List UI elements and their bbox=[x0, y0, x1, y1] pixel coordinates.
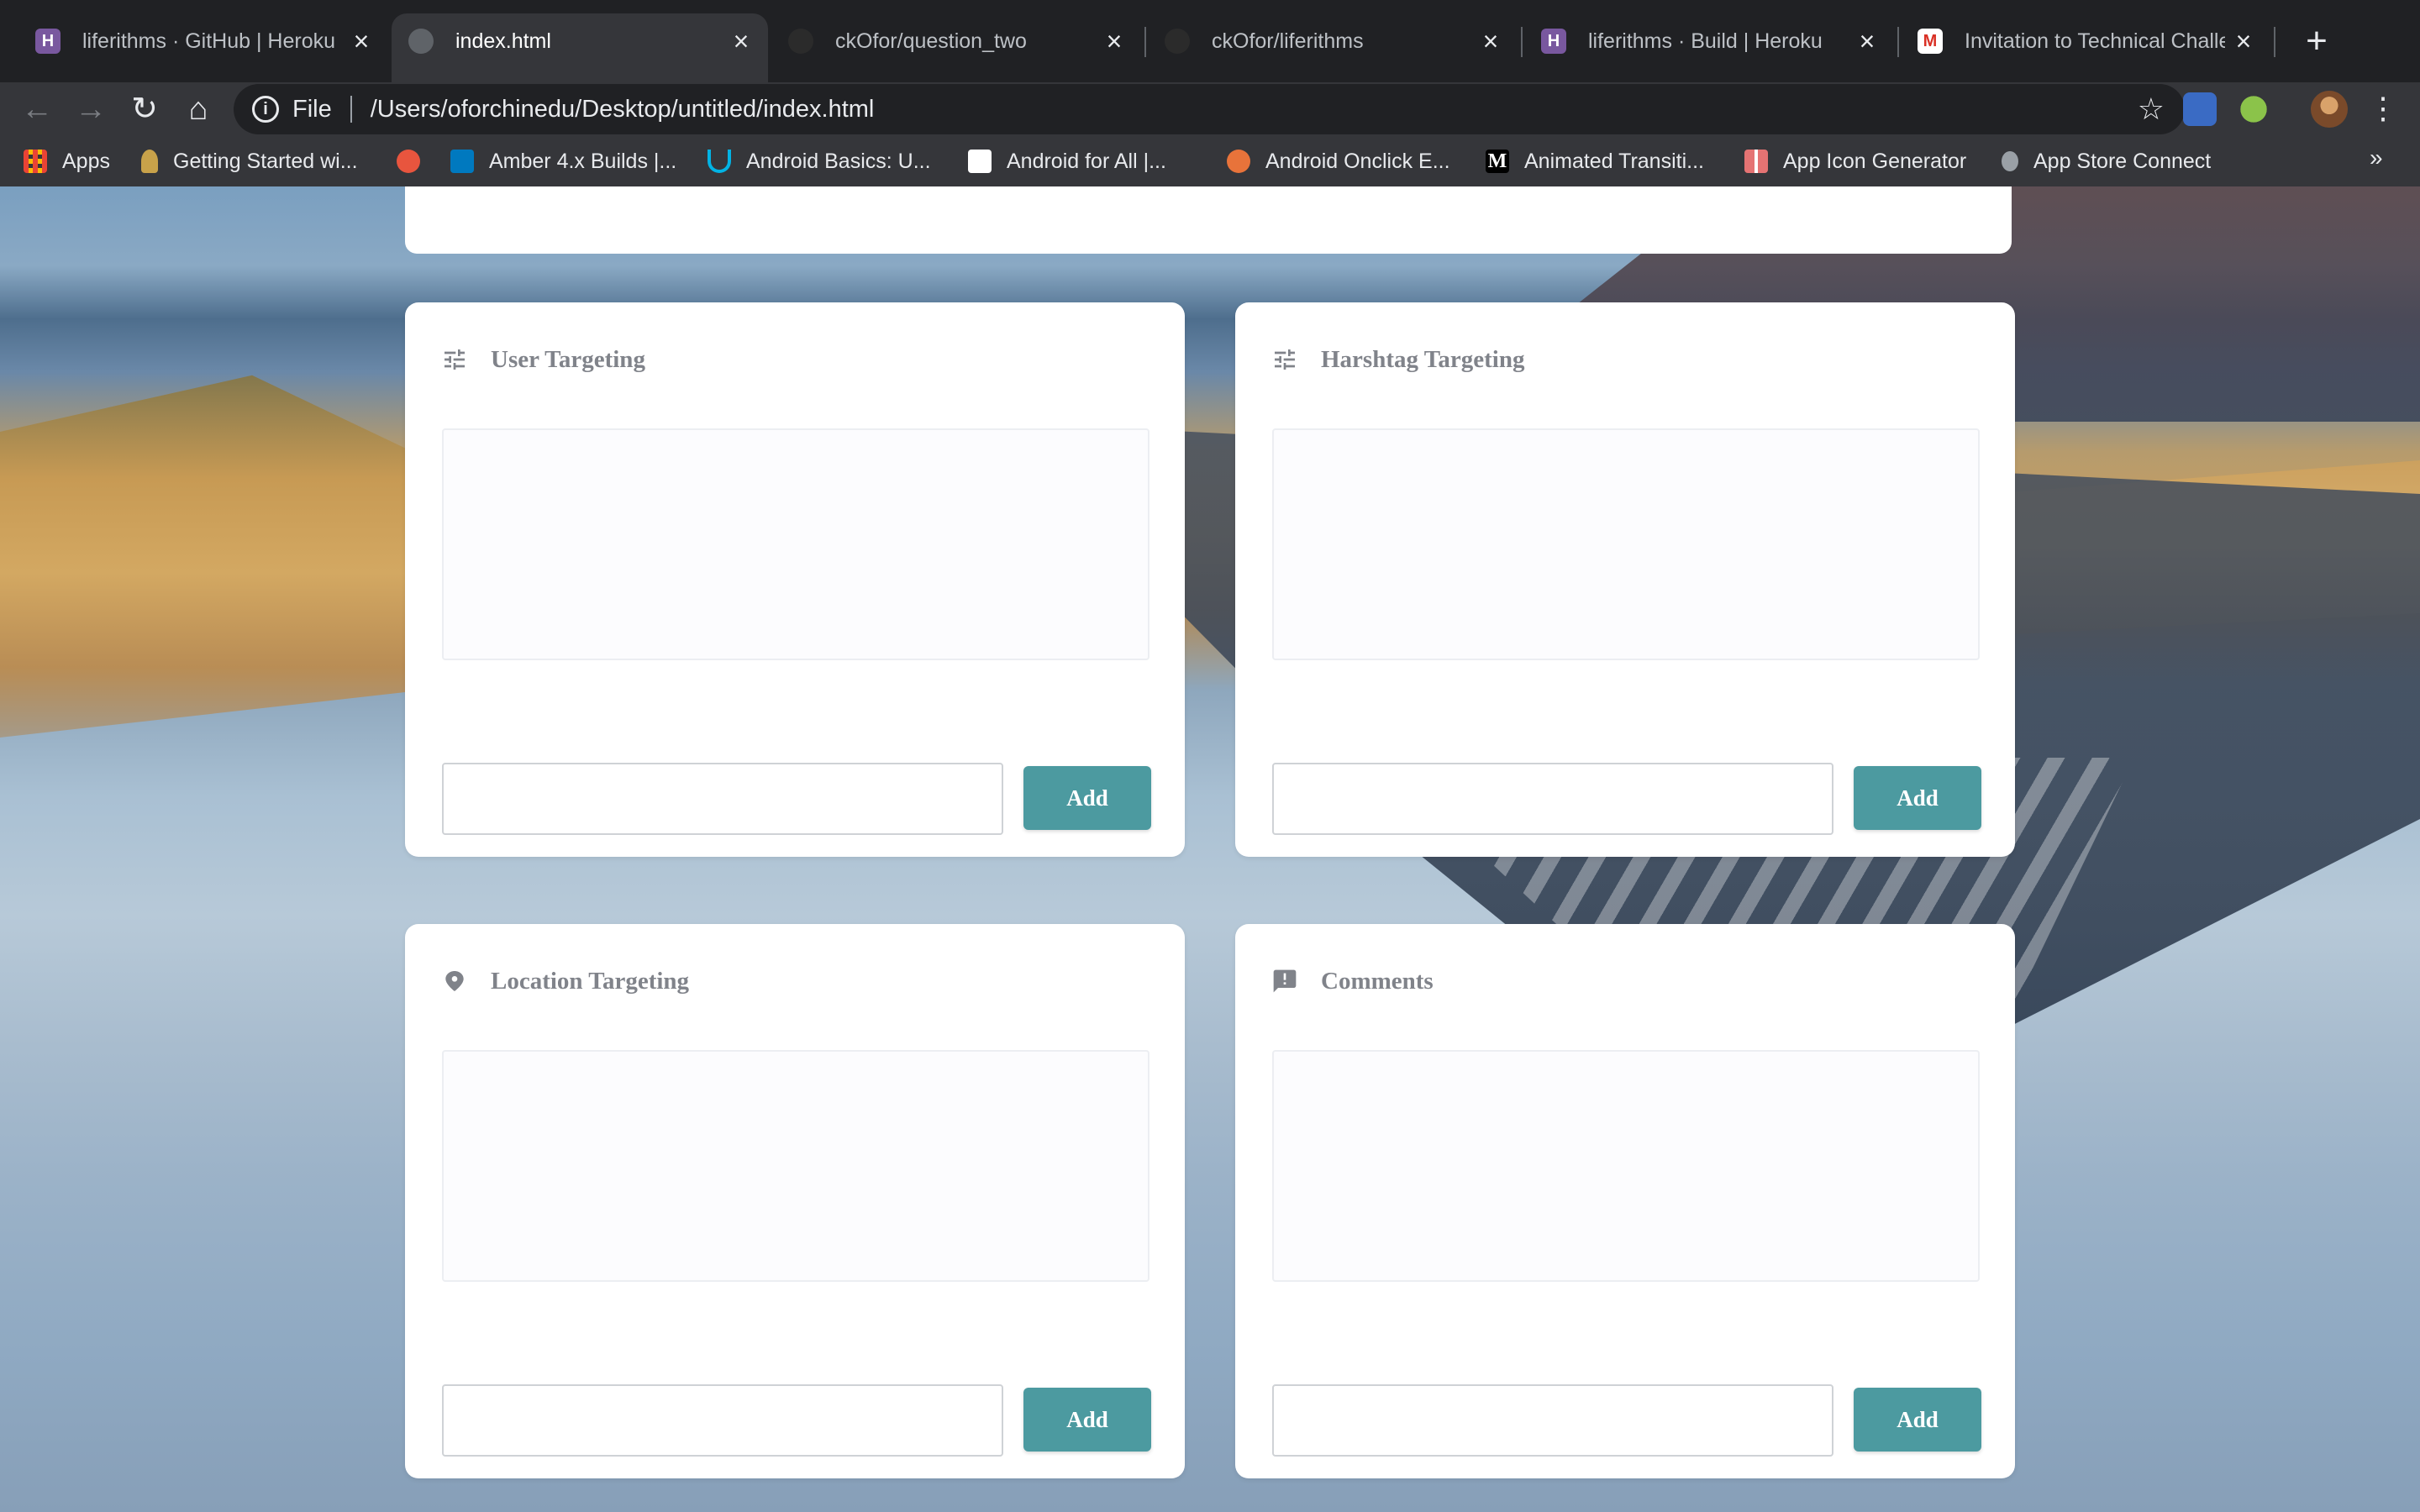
grid-icon bbox=[1744, 150, 1768, 173]
url-text[interactable]: /Users/oforchinedu/Desktop/untitled/inde… bbox=[371, 96, 875, 123]
bookmark-app-icon-generator[interactable]: App Icon Generator bbox=[1744, 144, 1966, 178]
github-icon bbox=[1165, 29, 1190, 54]
green-extension-icon[interactable] bbox=[2237, 92, 2270, 126]
user-targeting-card: User Targeting Add bbox=[405, 302, 1185, 857]
medium-icon: M bbox=[1486, 150, 1509, 173]
card-header: User Targeting bbox=[440, 343, 645, 376]
menu-dots-icon[interactable]: ⋮ bbox=[2366, 84, 2400, 134]
background-grass-left bbox=[0, 375, 420, 738]
info-icon[interactable]: i bbox=[252, 96, 279, 123]
heroku-icon: H bbox=[35, 29, 60, 54]
tab-liferithms-build-heroku[interactable]: H liferithms · Build | Heroku × bbox=[1524, 13, 1894, 69]
card-header: Location Targeting bbox=[440, 964, 689, 998]
red-circle-icon bbox=[397, 150, 420, 173]
bookmark-apps[interactable]: Apps bbox=[24, 144, 110, 178]
tab-divider bbox=[1144, 27, 1146, 57]
close-icon[interactable]: × bbox=[1102, 26, 1126, 57]
browser-chrome: H liferithms · GitHub | Heroku × index.h… bbox=[0, 0, 2420, 186]
apps-grid-icon bbox=[24, 150, 47, 173]
page-viewport: User Targeting Add Harshtag Targeting Ad… bbox=[0, 186, 2420, 1512]
close-icon[interactable]: × bbox=[1855, 26, 1879, 57]
comments-input[interactable] bbox=[1272, 1384, 1833, 1457]
harshtag-targeting-input[interactable] bbox=[1272, 763, 1833, 835]
bookmark-animated-transitions[interactable]: M Animated Transiti... bbox=[1486, 144, 1704, 178]
browser-toolbar: ← → ↻ ⌂ i File /Users/oforchinedu/Deskto… bbox=[0, 82, 2420, 136]
close-icon[interactable]: × bbox=[729, 26, 753, 57]
new-tab-button[interactable]: + bbox=[2296, 22, 2338, 64]
bookmark-android-basics[interactable]: Android Basics: U... bbox=[708, 144, 931, 178]
udacity-icon bbox=[708, 150, 731, 173]
close-icon[interactable]: × bbox=[350, 26, 373, 57]
bookmark-app-store-connect[interactable]: App Store Connect bbox=[2002, 144, 2211, 178]
top-card-partial bbox=[405, 186, 2012, 254]
card-title: Comments bbox=[1321, 967, 1434, 995]
add-location-button[interactable]: Add bbox=[1023, 1388, 1151, 1452]
tab-divider bbox=[1521, 27, 1523, 57]
orange-icon bbox=[1227, 150, 1250, 173]
bookmark-getting-started[interactable]: Getting Started wi... bbox=[141, 144, 358, 178]
trello-icon bbox=[450, 150, 474, 173]
reload-icon[interactable]: ↻ bbox=[119, 84, 170, 134]
bookmark-android-onclick[interactable]: Android Onclick E... bbox=[1227, 144, 1450, 178]
tab-liferithms-repo[interactable]: ckOfor/liferithms × bbox=[1148, 13, 1518, 69]
google-icon bbox=[968, 150, 992, 173]
omnibox-divider bbox=[350, 96, 352, 123]
bookmark-amber-builds[interactable]: Amber 4.x Builds |... bbox=[450, 144, 676, 178]
location-targeting-card: Location Targeting Add bbox=[405, 924, 1185, 1478]
download-extension-icon[interactable] bbox=[2183, 92, 2217, 126]
bookmark-android-for-all[interactable]: Android for All |... bbox=[968, 144, 1166, 178]
tab-divider bbox=[2274, 27, 2275, 57]
tab-index-html[interactable]: index.html × bbox=[392, 13, 768, 82]
tab-question-two[interactable]: ckOfor/question_two × bbox=[771, 13, 1141, 69]
location-targeting-input[interactable] bbox=[442, 1384, 1003, 1457]
sliders-icon bbox=[1270, 345, 1299, 374]
bookmark-icon bbox=[141, 150, 158, 173]
card-header: Comments bbox=[1270, 964, 1434, 998]
tab-invitation-email[interactable]: M Invitation to Technical Challe × bbox=[1901, 13, 2270, 69]
profile-avatar[interactable] bbox=[2311, 91, 2348, 128]
items-list-box bbox=[1272, 428, 1980, 660]
scheme-label: File bbox=[292, 95, 332, 123]
heroku-icon: H bbox=[1541, 29, 1566, 54]
forward-arrow-icon[interactable]: → bbox=[66, 84, 116, 134]
star-icon[interactable]: ☆ bbox=[2138, 92, 2165, 127]
bookmarks-bar: Apps Getting Started wi... Amber 4.x Bui… bbox=[0, 136, 2420, 186]
github-icon bbox=[788, 29, 813, 54]
add-comment-button[interactable]: Add bbox=[1854, 1388, 1981, 1452]
home-icon[interactable]: ⌂ bbox=[173, 84, 224, 134]
add-harshtag-button[interactable]: Add bbox=[1854, 766, 1981, 830]
items-list-box bbox=[1272, 1050, 1980, 1282]
user-targeting-input[interactable] bbox=[442, 763, 1003, 835]
card-header: Harshtag Targeting bbox=[1270, 343, 1525, 376]
address-bar[interactable]: i File /Users/oforchinedu/Desktop/untitl… bbox=[234, 84, 2185, 134]
harshtag-targeting-card: Harshtag Targeting Add bbox=[1235, 302, 2015, 857]
back-arrow-icon[interactable]: ← bbox=[12, 84, 62, 134]
items-list-box bbox=[442, 1050, 1150, 1282]
gmail-icon: M bbox=[1918, 29, 1943, 54]
apple-icon bbox=[2002, 151, 2018, 171]
globe-icon bbox=[408, 29, 434, 54]
card-title: Harshtag Targeting bbox=[1321, 345, 1525, 373]
location-icon bbox=[440, 967, 469, 995]
card-title: Location Targeting bbox=[491, 967, 690, 995]
close-icon[interactable]: × bbox=[2232, 26, 2255, 57]
tab-liferithms-github-heroku[interactable]: H liferithms · GitHub | Heroku × bbox=[18, 13, 388, 69]
comment-alert-icon bbox=[1270, 967, 1299, 995]
sliders-icon bbox=[440, 345, 469, 374]
tab-divider bbox=[1897, 27, 1899, 57]
bookmark-red[interactable] bbox=[397, 144, 435, 178]
card-title: User Targeting bbox=[491, 345, 645, 373]
comments-card: Comments Add bbox=[1235, 924, 2015, 1478]
more-bookmarks-chevron-icon[interactable]: » bbox=[2370, 144, 2383, 171]
close-icon[interactable]: × bbox=[1479, 26, 1502, 57]
items-list-box bbox=[442, 428, 1150, 660]
tab-strip: H liferithms · GitHub | Heroku × index.h… bbox=[0, 0, 2420, 82]
add-user-button[interactable]: Add bbox=[1023, 766, 1151, 830]
